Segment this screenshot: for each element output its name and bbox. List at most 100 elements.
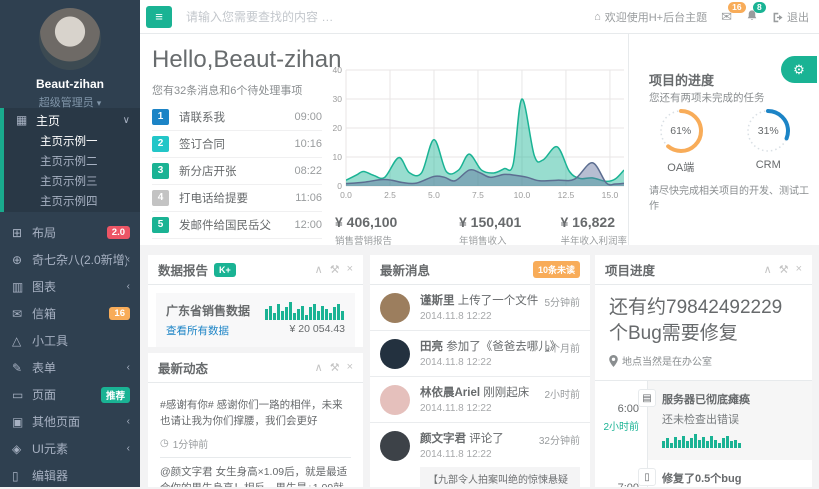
settings-fab-button[interactable]: ⚙: [781, 56, 817, 83]
svg-text:15.0: 15.0: [602, 190, 619, 200]
settings-button[interactable]: ⚒: [330, 361, 340, 374]
sign-out-icon: [772, 12, 783, 23]
event-time: 6:00: [595, 403, 639, 415]
caret-down-icon: ▾: [97, 98, 102, 108]
sidebar-subitem[interactable]: 主页示例三: [4, 172, 140, 192]
sidebar-subitem[interactable]: 主页示例二: [4, 152, 140, 172]
news-item[interactable]: 2个月前 田亮 参加了《爸爸去哪儿》 2014.11.8 12:22: [370, 331, 590, 377]
unread-badge: 10条未读: [533, 261, 580, 278]
svg-text:10.0: 10.0: [514, 190, 531, 200]
event-time: 7:00: [595, 482, 639, 487]
sidebar-toggle-button[interactable]: ≡: [146, 6, 172, 28]
sidebar-items: ⊞ 布局 2.0 ⊕ 奇七杂八(2.0新增) ‹ ▥ 图表 ‹: [0, 219, 140, 489]
sidebar-item[interactable]: ✎ 表单 ‹: [0, 354, 140, 381]
sidebar-subitem[interactable]: 主页示例四: [4, 192, 140, 212]
svg-text:7.5: 7.5: [472, 190, 484, 200]
avatar: [380, 431, 410, 461]
sales-area-chart: 0102030400.02.55.07.510.012.515.0: [332, 64, 632, 212]
close-button[interactable]: ×: [347, 361, 353, 374]
chevron-down-icon: ∨: [123, 115, 130, 126]
sidebar-item[interactable]: ⊕ 奇七杂八(2.0新增) ‹: [0, 246, 140, 273]
sidebar-item[interactable]: △ 小工具: [0, 327, 140, 354]
sidebar-item[interactable]: ▥ 图表 ‹: [0, 273, 140, 300]
svg-text:40: 40: [333, 65, 343, 75]
settings-button[interactable]: ⚒: [779, 263, 789, 276]
sidebar-item[interactable]: ▣ 其他页面 ‹: [0, 408, 140, 435]
stat-value: ¥ 406,100: [335, 214, 459, 230]
panel-tools: ∧ ⚒ ×: [315, 263, 353, 276]
sidebar-subitem[interactable]: 主页示例一: [4, 132, 140, 152]
notifications-button[interactable]: 8: [746, 9, 758, 25]
sidebar-item[interactable]: ▭ 页面 推荐: [0, 381, 140, 408]
search-input[interactable]: [186, 5, 466, 29]
profile-avatar[interactable]: [39, 8, 101, 70]
todo-item: 4 打电话给提要 11:06: [152, 185, 322, 212]
close-button[interactable]: ×: [347, 263, 353, 276]
activity-post: #感谢有你# 感谢你们一路的相伴，未来也请让我为你们撑腰，我们会更好 ◷ 1分钟…: [160, 391, 351, 457]
news-ago: 5分钟前: [544, 294, 580, 309]
chevron-left-icon: ‹: [127, 281, 130, 292]
news-item[interactable]: 32分钟前 颜文字君 评论了 2014.11.8 12:22 【九部令人拍案叫绝…: [370, 423, 590, 487]
collapse-button[interactable]: ∧: [315, 263, 323, 276]
stat: ¥ 150,401 年销售收入: [459, 214, 560, 247]
logout-button[interactable]: 退出: [772, 9, 809, 25]
sidebar-item[interactable]: ▯ 编辑器: [0, 462, 140, 489]
stat-value: ¥ 16,822: [560, 214, 627, 230]
dashboard-summary: Hello,Beaut-zihan 您有32条消息和6个待处理事项 1 请联系我…: [140, 34, 819, 245]
avatar: [380, 385, 410, 415]
chevron-left-icon: ‹: [127, 362, 130, 373]
collapse-button[interactable]: ∧: [315, 361, 323, 374]
sidebar-item[interactable]: ◈ UI元素 ‹: [0, 435, 140, 462]
sidebar-item-home[interactable]: ▦ 主页 ∨: [4, 108, 140, 132]
stats-row: ¥ 406,100 销售营销报告 ¥ 150,401 年销售收入 ¥ 16,82…: [335, 214, 627, 247]
svg-text:20: 20: [333, 123, 343, 133]
news-user[interactable]: 林依晨Ariel: [420, 387, 480, 399]
news-user[interactable]: 田亮: [420, 341, 443, 353]
sidebar-item-icon: ⊕: [12, 253, 32, 267]
bug-headline: 还有约79842492229个Bug需要修复: [609, 295, 798, 346]
collapse-button[interactable]: ∧: [764, 263, 772, 276]
todo-index-badge: 1: [152, 109, 169, 125]
badge: K+: [214, 263, 236, 277]
view-all-data-link[interactable]: 查看所有数据: [166, 323, 250, 338]
sidebar-item-icon: ▥: [12, 280, 32, 294]
progress-gauge: 61% OA端: [646, 108, 716, 175]
avatar: [380, 339, 410, 369]
gear-icon: ⚙: [793, 62, 805, 77]
todo-time: 10:16: [294, 138, 322, 150]
timeline-event: 6:00 2小时前 ▤ 服务器已彻底瘫痪 还未检查出错误: [595, 381, 812, 460]
bell-badge: 8: [753, 2, 766, 13]
stat: ¥ 406,100 销售营销报告: [335, 214, 459, 247]
news-user[interactable]: 颜文字君: [420, 433, 466, 445]
todo-item: 2 签订合同 10:16: [152, 131, 322, 158]
project-progress-card: ⚙ 项目的进度 您还有两项未完成的任务 61% OA端 31% CRM: [628, 34, 819, 245]
news-item[interactable]: 5分钟前 谨斯里 上传了一个文件 2014.11.8 12:22: [370, 285, 590, 331]
event-icon: ▯: [638, 468, 656, 486]
sidebar-item-icon: ▣: [12, 415, 32, 429]
gauge-label: CRM: [733, 159, 803, 171]
sidebar-item[interactable]: ⊞ 布局 2.0: [0, 219, 140, 246]
news-ago: 32分钟前: [539, 432, 580, 447]
stat: ¥ 16,822 半年收入利润率: [560, 214, 627, 247]
todo-list: 1 请联系我 09:00 2 签订合同 10:16 3 新分店开张 08:22 …: [152, 104, 322, 239]
latest-activity-panel: 最新动态 ∧ ⚒ × #感谢有你# 感谢你们一路的相伴，未来也请让我为你们撑腰，…: [148, 353, 363, 487]
profile-name: Beaut-zihan: [0, 77, 140, 91]
sidebar-nav: ▦ 主页 ∨ 主页示例一 主页示例二 主页示例三: [0, 108, 140, 489]
panel-title-bar: 项目进度 ∧ ⚒ ×: [595, 255, 812, 285]
messages-button[interactable]: ✉ 16: [721, 9, 732, 25]
svg-text:30: 30: [333, 94, 343, 104]
panel-title-bar: 数据报告 K+ ∧ ⚒ ×: [148, 255, 363, 285]
gauge-percent: 31%: [733, 125, 803, 137]
settings-button[interactable]: ⚒: [330, 263, 340, 276]
news-item[interactable]: 2小时前 林依晨Ariel 刚刚起床 2014.11.8 12:22: [370, 377, 590, 423]
todo-item: 5 发邮件给国民岳父 12:00: [152, 212, 322, 239]
sidebar-item[interactable]: ✉ 信箱 16: [0, 300, 140, 327]
event-title: 修复了0.5个bug: [662, 470, 802, 486]
stat-label: 年销售收入: [459, 233, 560, 247]
close-button[interactable]: ×: [796, 263, 802, 276]
event-ago: 2小时前: [595, 418, 639, 433]
news-user[interactable]: 谨斯里: [420, 295, 455, 307]
badge: 2.0: [107, 226, 130, 239]
news-ago: 2小时前: [544, 386, 580, 401]
welcome-text: ⌂ 欢迎使用H+后台主题: [594, 9, 707, 25]
